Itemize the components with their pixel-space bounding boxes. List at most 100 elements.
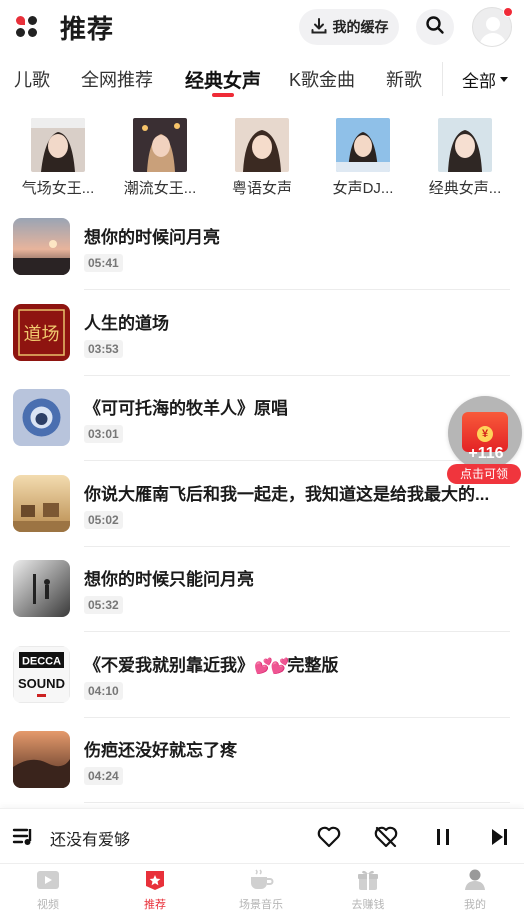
nav-profile[interactable]: 我的 [435, 866, 515, 912]
dislike-heart-icon[interactable] [373, 824, 399, 850]
artist-card[interactable]: 女声DJ... [313, 118, 413, 198]
reward-claim-label[interactable]: 点击可领 [447, 464, 521, 484]
song-cover [13, 560, 70, 617]
caret-down-icon [500, 77, 508, 82]
song-cover [13, 475, 70, 532]
tab-divider [442, 62, 443, 96]
profile-icon [461, 866, 489, 894]
divider [84, 289, 510, 290]
pause-icon[interactable] [430, 824, 456, 850]
song-duration: 03:01 [84, 425, 123, 443]
all-categories-button[interactable]: 全部 [462, 67, 508, 92]
my-cache-label: 我的缓存 [332, 19, 389, 35]
all-categories-label: 全部 [462, 72, 496, 91]
song-duration: 04:10 [84, 682, 123, 700]
nav-label: 去赚钱 [351, 899, 385, 911]
playlist-icon[interactable] [11, 824, 37, 850]
nav-recommend[interactable]: 推荐 [115, 866, 195, 912]
artist-card[interactable]: 气场女王... [8, 118, 108, 198]
hearts-emoji-icon: 💕💕 [254, 658, 289, 675]
notification-dot [503, 7, 513, 17]
artist-thumbnail [133, 118, 187, 172]
song-cover [13, 389, 70, 446]
song-row[interactable]: DECCA SOUND 《不爱我就别靠近我》💕💕完整版 04:10 [0, 646, 524, 732]
cover-text-bottom: SOUND [18, 676, 65, 691]
download-icon [310, 17, 328, 38]
nav-earn[interactable]: 去赚钱 [328, 866, 408, 912]
nav-scene-music[interactable]: 场景音乐 [221, 866, 301, 912]
search-icon [425, 15, 445, 40]
song-row[interactable]: 想你的时候问月亮 05:41 [0, 218, 524, 304]
song-title: 想你的时候只能问月亮 [84, 570, 254, 589]
song-row[interactable]: 伤疤还没好就忘了疼 04:24 [0, 731, 524, 817]
song-duration: 05:32 [84, 596, 123, 614]
artist-thumbnail [336, 118, 390, 172]
artist-name: 粤语女声 [231, 180, 292, 197]
nav-label: 视频 [37, 899, 59, 911]
gift-icon [354, 866, 382, 894]
tab-new-songs[interactable]: 新歌 [386, 66, 422, 92]
song-title: 《不爱我就别靠近我》💕💕完整版 [84, 651, 509, 676]
artist-name: 潮流女王... [123, 180, 197, 197]
artist-card[interactable]: 粤语女声 [212, 118, 312, 198]
header-bar: 推荐 我的缓存 [0, 0, 524, 54]
video-icon [34, 866, 62, 894]
active-tab-indicator [212, 93, 234, 97]
heart-icon[interactable] [316, 824, 342, 850]
divider [84, 631, 510, 632]
artist-card[interactable]: 潮流女王... [110, 118, 210, 198]
song-row[interactable]: 你说大雁南飞后和我一起走，我知道这是给我最大的... 05:02 [0, 475, 524, 561]
nav-video[interactable]: 视频 [8, 866, 88, 912]
page-title: 推荐 [60, 14, 115, 44]
artist-name: 气场女王... [21, 180, 95, 197]
next-track-icon[interactable] [486, 824, 512, 850]
artist-name: 女声DJ... [332, 180, 394, 197]
category-tabs: 儿歌 全网推荐 经典女声 K歌金曲 新歌 [0, 56, 524, 102]
song-title: 人生的道场 [84, 314, 169, 333]
song-title: 你说大雁南飞后和我一起走，我知道这是给我最大的... [84, 485, 490, 504]
divider [84, 460, 510, 461]
song-title: 伤疤还没好就忘了疼 [84, 741, 237, 760]
song-title: 《可可托海的牧羊人》原唱 [84, 399, 288, 418]
app-logo-icon[interactable] [16, 16, 38, 38]
coin-icon: ¥ [477, 426, 493, 442]
song-row[interactable]: 《可可托海的牧羊人》原唱 03:01 [0, 389, 524, 475]
song-cover [13, 218, 70, 275]
artist-thumbnail [438, 118, 492, 172]
cover-text-top: DECCA [22, 656, 61, 668]
mini-player[interactable]: 还没有爱够 [0, 808, 524, 864]
bottom-nav: 视频 推荐 场景音乐 去赚钱 我的 [0, 863, 524, 913]
search-button[interactable] [416, 9, 454, 45]
recommend-icon [141, 866, 169, 894]
coffee-cup-icon [247, 866, 275, 894]
artist-thumbnail [235, 118, 289, 172]
tab-all-network[interactable]: 全网推荐 [81, 66, 153, 92]
reward-count: +116 [468, 445, 504, 462]
song-cover: 道场 [13, 304, 70, 361]
song-duration: 04:24 [84, 767, 123, 785]
my-cache-button[interactable]: 我的缓存 [299, 9, 399, 45]
nav-label: 推荐 [144, 899, 166, 911]
artist-thumbnail [31, 118, 85, 172]
song-title: 想你的时候问月亮 [84, 228, 220, 247]
song-duration: 05:41 [84, 254, 123, 272]
song-title-suffix: 完整版 [287, 656, 339, 675]
nav-label: 场景音乐 [239, 899, 283, 911]
artist-card[interactable]: 经典女声... [415, 118, 515, 198]
artist-name: 经典女声... [428, 180, 502, 197]
tab-children-songs[interactable]: 儿歌 [14, 66, 50, 92]
tab-classic-female[interactable]: 经典女声 [185, 66, 261, 93]
divider [84, 802, 510, 803]
divider [84, 375, 510, 376]
nav-label: 我的 [464, 899, 486, 911]
divider [84, 717, 510, 718]
song-row[interactable]: 想你的时候只能问月亮 05:32 [0, 560, 524, 646]
song-row[interactable]: 道场 人生的道场 03:53 [0, 304, 524, 390]
tab-karaoke-hits[interactable]: K歌金曲 [289, 66, 355, 92]
divider [84, 546, 510, 547]
song-cover [13, 731, 70, 788]
song-cover: DECCA SOUND [13, 646, 70, 703]
now-playing-title: 还没有爱够 [50, 832, 131, 849]
song-duration: 03:53 [84, 340, 123, 358]
cover-text: 道场 [24, 324, 60, 345]
